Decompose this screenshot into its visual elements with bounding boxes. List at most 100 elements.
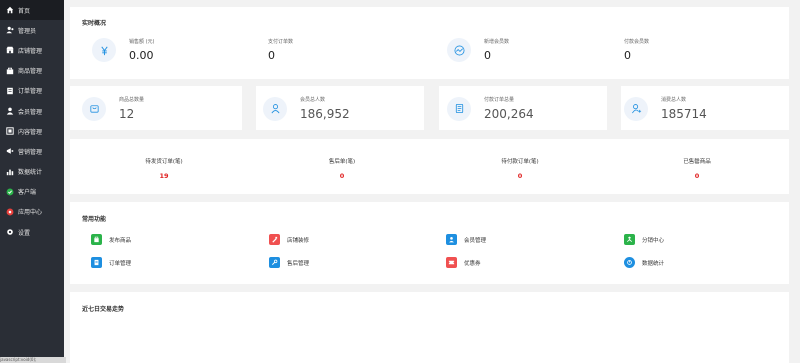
wrench-icon (269, 257, 280, 268)
stat-value: 0 (484, 49, 491, 62)
stats-icon (5, 167, 14, 176)
sidebar-item-stats[interactable]: 数据统计 (0, 162, 64, 182)
stat-label: 新增会员数 (484, 39, 510, 45)
after-sales-management-button[interactable]: 售后管理 (269, 257, 309, 268)
total-goods-card: 商品总数量 12 (70, 86, 242, 130)
distribution-icon (624, 234, 635, 245)
stat-label: 消费总人数 (661, 97, 687, 103)
stats-icon (624, 257, 635, 268)
sidebar-item-orders[interactable]: 订单管理 (0, 81, 64, 101)
after-sales-orders[interactable]: 售后单(笔) 0 (292, 157, 392, 180)
sidebar-item-label: 客户端 (18, 189, 37, 197)
stat-label: 付款会员数 (624, 39, 650, 45)
order-label: 已售罄商品 (683, 159, 711, 165)
section-title: 实时概况 (82, 20, 107, 27)
stat-paid-orders: 支付订单数 0 (268, 38, 293, 62)
stat-value: 185714 (661, 107, 707, 121)
sidebar-item-client[interactable]: 客户端 (0, 182, 64, 202)
stat-value: 0 (624, 49, 631, 62)
data-statistics-button[interactable]: 数据统计 (624, 257, 664, 268)
stat-new-members: 新增会员数 0 (447, 38, 509, 62)
member-icon (446, 234, 457, 245)
member-management-button[interactable]: 会员管理 (446, 234, 486, 245)
sidebar-item-label: 设置 (18, 229, 31, 237)
pending-payment-orders[interactable]: 待付款订单(笔) 0 (470, 157, 570, 180)
function-label: 发布商品 (109, 237, 132, 244)
stat-label: 付款订单总量 (484, 97, 515, 103)
publish-icon (91, 234, 102, 245)
section-title: 近七日交易走势 (82, 306, 125, 313)
order-icon (91, 257, 102, 268)
seven-day-trend-card: 近七日交易走势 (70, 292, 789, 363)
stat-value: 200,264 (484, 107, 534, 121)
sidebar-item-label: 应用中心 (18, 209, 43, 217)
browser-status-bar: javascript:void(0); (0, 357, 66, 363)
sidebar-item-label: 商品管理 (18, 68, 43, 76)
function-label: 优惠券 (464, 260, 481, 267)
marketing-icon (5, 147, 14, 156)
stat-value: 186,952 (300, 107, 350, 121)
function-label: 店铺装修 (287, 237, 310, 244)
stat-total-paid-orders: 付款订单总量 200,264 (447, 96, 534, 121)
sidebar-item-settings[interactable]: 设置 (0, 222, 64, 242)
order-value: 0 (694, 172, 700, 180)
member-icon (5, 107, 14, 116)
order-management-button[interactable]: 订单管理 (91, 257, 131, 268)
order-label: 待付款订单(笔) (501, 159, 539, 165)
section-title: 常用功能 (82, 216, 107, 223)
common-functions-card: 常用功能 发布商品 店铺装修 会员管理 分销中心 订单管理 售后管理 优惠券 数… (70, 202, 789, 284)
stat-label: 会员总人数 (300, 97, 326, 103)
order-icon (5, 86, 14, 95)
home-icon (5, 6, 14, 15)
trend-icon (447, 38, 471, 62)
content-icon (5, 127, 14, 136)
sidebar-item-members[interactable]: 会员管理 (0, 101, 64, 121)
client-icon (5, 187, 14, 196)
total-consumers-card: 消费总人数 185714 (621, 86, 789, 130)
stat-label: 销售额 (元) (129, 39, 155, 45)
publish-goods-button[interactable]: 发布商品 (91, 234, 131, 245)
settings-icon (5, 228, 14, 237)
stat-total-consumers: 消费总人数 185714 (624, 96, 707, 121)
order-label: 售后单(笔) (328, 159, 356, 165)
sidebar-item-goods[interactable]: 商品管理 (0, 61, 64, 81)
coupon-button[interactable]: 优惠券 (446, 257, 481, 268)
function-label: 订单管理 (109, 260, 132, 267)
function-label: 会员管理 (464, 237, 487, 244)
yen-icon (92, 38, 116, 62)
stat-total-members: 会员总人数 186,952 (263, 96, 350, 121)
user-icon (263, 96, 287, 121)
order-value: 0 (339, 172, 345, 180)
admin-icon (5, 26, 14, 35)
function-label: 分销中心 (642, 237, 665, 244)
bag-icon (82, 96, 106, 121)
function-label: 数据统计 (642, 260, 665, 267)
sidebar-item-admin[interactable]: 管理员 (0, 20, 64, 40)
stat-label: 支付订单数 (268, 39, 294, 45)
function-label: 售后管理 (287, 260, 310, 267)
sold-out-goods[interactable]: 已售罄商品 0 (647, 157, 747, 180)
app-center-icon (5, 207, 14, 216)
decorate-icon (269, 234, 280, 245)
sidebar-item-store[interactable]: 店铺管理 (0, 40, 64, 60)
total-members-card: 会员总人数 186,952 (256, 86, 424, 130)
sidebar-item-label: 订单管理 (18, 88, 43, 96)
stat-label: 商品总数量 (119, 97, 145, 103)
sidebar-item-app-center[interactable]: 应用中心 (0, 202, 64, 222)
distribution-center-button[interactable]: 分销中心 (624, 234, 664, 245)
store-decorate-button[interactable]: 店铺装修 (269, 234, 309, 245)
sidebar-item-label: 会员管理 (18, 108, 43, 116)
pending-shipment-orders[interactable]: 待发货订单(笔) 19 (114, 157, 214, 180)
sidebar-item-content[interactable]: 内容管理 (0, 121, 64, 141)
order-value: 0 (517, 172, 523, 180)
sidebar-item-label: 数据统计 (18, 169, 43, 177)
sidebar-item-home[interactable]: 首页 (0, 0, 64, 21)
sidebar-item-label: 首页 (18, 7, 31, 15)
coupon-icon (446, 257, 457, 268)
orders-summary-card: 待发货订单(笔) 19 售后单(笔) 0 待付款订单(笔) 0 已售罄商品 0 (70, 139, 789, 194)
stat-value: 0 (268, 49, 275, 62)
document-icon (447, 96, 471, 121)
sidebar-item-label: 营销管理 (18, 148, 43, 156)
sidebar-item-marketing[interactable]: 营销管理 (0, 141, 64, 161)
stat-value: 0.00 (129, 49, 154, 62)
